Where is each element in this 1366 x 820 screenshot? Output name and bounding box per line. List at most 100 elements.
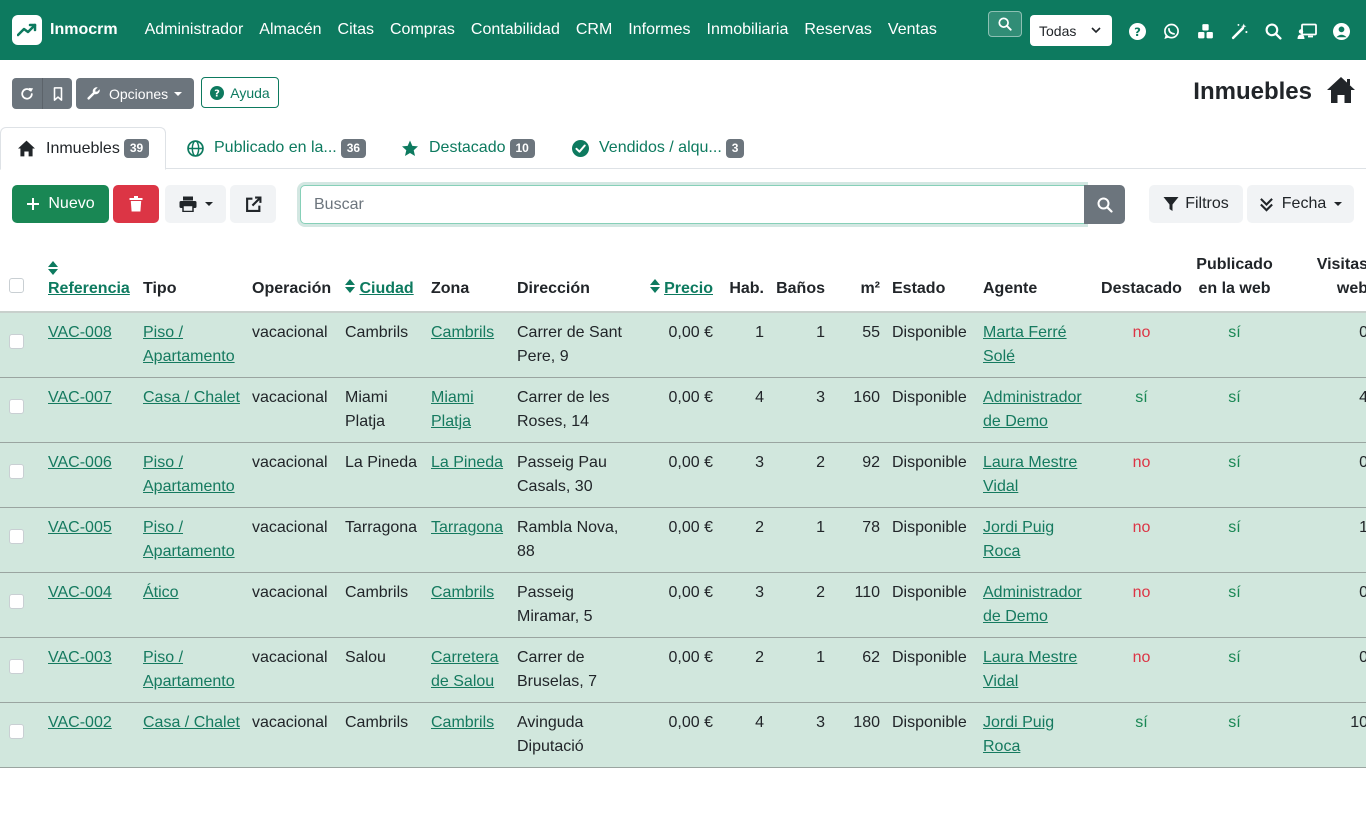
row-select-cell — [0, 637, 42, 703]
cell-operacion: vacacional — [246, 377, 339, 443]
col-precio[interactable]: Precio — [635, 245, 719, 313]
cell-referencia: VAC-008 — [42, 312, 137, 378]
tab-destacado[interactable]: Destacado 10 — [385, 127, 551, 169]
table-row[interactable]: VAC-002 Casa / Chalet vacacional Cambril… — [0, 702, 1366, 768]
new-button[interactable]: Nuevo — [12, 185, 109, 223]
nav-icon-bar: ? — [1120, 18, 1358, 44]
reference-link[interactable]: VAC-003 — [48, 649, 112, 666]
zone-link[interactable]: Cambrils — [431, 324, 494, 341]
table-row[interactable]: VAC-007 Casa / Chalet vacacional Miami P… — [0, 377, 1366, 443]
type-link[interactable]: Piso / Apartamento — [143, 649, 235, 690]
delete-button[interactable] — [113, 185, 159, 223]
select-all-checkbox[interactable] — [9, 278, 24, 293]
agent-link[interactable]: Laura Mestre Vidal — [983, 454, 1077, 495]
type-link[interactable]: Piso / Apartamento — [143, 324, 235, 365]
zone-link[interactable]: Cambrils — [431, 584, 494, 601]
search-input[interactable] — [300, 185, 1085, 224]
menu-item-inmobiliaria[interactable]: Inmobiliaria — [699, 0, 797, 60]
zone-link[interactable]: Miami Platja — [431, 389, 474, 430]
col-ciudad[interactable]: Ciudad — [339, 245, 425, 313]
menu-item-citas[interactable]: Citas — [330, 0, 382, 60]
user-menu-button[interactable] — [1324, 18, 1358, 44]
cell-publicado: sí — [1189, 312, 1280, 378]
menu-item-contabilidad[interactable]: Contabilidad — [463, 0, 568, 60]
zone-link[interactable]: Cambrils — [431, 714, 494, 731]
agent-link[interactable]: Administrador de Demo — [983, 584, 1082, 625]
cell-publicado: sí — [1189, 702, 1280, 768]
row-checkbox[interactable] — [9, 399, 24, 414]
sort-icon — [345, 279, 355, 293]
menu-item-informes[interactable]: Informes — [620, 0, 698, 60]
zone-link[interactable]: La Pineda — [431, 454, 503, 471]
agent-link[interactable]: Marta Ferré Solé — [983, 324, 1067, 365]
row-checkbox[interactable] — [9, 464, 24, 479]
wizard-button[interactable] — [1222, 18, 1256, 44]
type-link[interactable]: Piso / Apartamento — [143, 454, 235, 495]
help-button[interactable]: ? — [1120, 18, 1154, 44]
agent-link[interactable]: Jordi Puig Roca — [983, 714, 1054, 755]
reference-link[interactable]: VAC-004 — [48, 584, 112, 601]
sort-date-dropdown[interactable]: Fecha — [1247, 185, 1354, 223]
type-link[interactable]: Casa / Chalet — [143, 389, 240, 406]
whatsapp-button[interactable] — [1154, 18, 1188, 44]
col-banos-label: Baños — [776, 280, 825, 297]
col-referencia[interactable]: Referencia — [42, 245, 137, 313]
tab-inmuebles[interactable]: Inmuebles 39 — [0, 127, 167, 170]
tab-vendidos-alquilados[interactable]: Vendidos / alqu... 3 — [556, 127, 760, 169]
brand[interactable]: Inmocrm — [12, 15, 118, 45]
cell-referencia: VAC-003 — [42, 637, 137, 703]
agent-link[interactable]: Laura Mestre Vidal — [983, 649, 1077, 690]
filters-button[interactable]: Filtros — [1149, 185, 1243, 223]
zone-link[interactable]: Tarragona — [431, 519, 503, 536]
plus-icon — [27, 198, 40, 210]
table-row[interactable]: VAC-005 Piso / Apartamento vacacional Ta… — [0, 507, 1366, 573]
table-row[interactable]: VAC-008 Piso / Apartamento vacacional Ca… — [0, 312, 1366, 378]
table-row[interactable]: VAC-004 Ático vacacional Cambrils Cambri… — [0, 572, 1366, 638]
menu-item-administrador[interactable]: Administrador — [137, 0, 252, 60]
agent-link[interactable]: Jordi Puig Roca — [983, 519, 1054, 560]
menu-search-button[interactable] — [988, 11, 1022, 37]
agent-link[interactable]: Administrador de Demo — [983, 389, 1082, 430]
table-row[interactable]: VAC-006 Piso / Apartamento vacacional La… — [0, 442, 1366, 508]
menu-item-compras[interactable]: Compras — [382, 0, 463, 60]
search-button[interactable] — [1084, 185, 1125, 224]
menu-item-crm[interactable]: CRM — [568, 0, 620, 60]
cell-precio: 0,00 € — [635, 507, 719, 573]
row-checkbox[interactable] — [9, 334, 24, 349]
export-button[interactable] — [230, 185, 276, 223]
table-row[interactable]: VAC-003 Piso / Apartamento vacacional Sa… — [0, 637, 1366, 703]
options-dropdown[interactable]: Opciones — [76, 78, 194, 109]
modules-button[interactable] — [1188, 18, 1222, 44]
menu-item-reservas[interactable]: Reservas — [796, 0, 880, 60]
row-select-cell — [0, 702, 42, 768]
reference-link[interactable]: VAC-008 — [48, 324, 112, 341]
cell-direccion: Rambla Nova, 88 — [511, 507, 635, 573]
cell-publicado: sí — [1189, 637, 1280, 703]
reference-link[interactable]: VAC-007 — [48, 389, 112, 406]
type-link[interactable]: Ático — [143, 584, 179, 601]
type-link[interactable]: Piso / Apartamento — [143, 519, 235, 560]
reference-link[interactable]: VAC-006 — [48, 454, 112, 471]
row-checkbox[interactable] — [9, 659, 24, 674]
reload-button[interactable] — [12, 78, 42, 109]
cell-ciudad: Salou — [339, 637, 425, 703]
menu-item-almacen[interactable]: Almacén — [251, 0, 329, 60]
type-link[interactable]: Casa / Chalet — [143, 714, 240, 731]
menu-item-ventas[interactable]: Ventas — [880, 0, 945, 60]
presentation-button[interactable] — [1290, 18, 1324, 44]
tab-publicado-web[interactable]: Publicado en la... 36 — [171, 127, 382, 169]
cell-m2: 55 — [831, 312, 886, 378]
print-dropdown[interactable] — [165, 185, 226, 223]
reference-link[interactable]: VAC-005 — [48, 519, 112, 536]
row-checkbox[interactable] — [9, 724, 24, 739]
double-chevron-down-icon — [1259, 197, 1273, 212]
reference-link[interactable]: VAC-002 — [48, 714, 112, 731]
global-search-button[interactable] — [1256, 18, 1290, 44]
check-circle-icon — [572, 139, 589, 157]
zone-link[interactable]: Carretera de Salou — [431, 649, 499, 690]
row-checkbox[interactable] — [9, 529, 24, 544]
bookmark-button[interactable] — [42, 78, 72, 109]
help-link-button[interactable]: ? Ayuda — [201, 77, 279, 108]
company-select[interactable]: Todas — [1030, 15, 1112, 46]
row-checkbox[interactable] — [9, 594, 24, 609]
